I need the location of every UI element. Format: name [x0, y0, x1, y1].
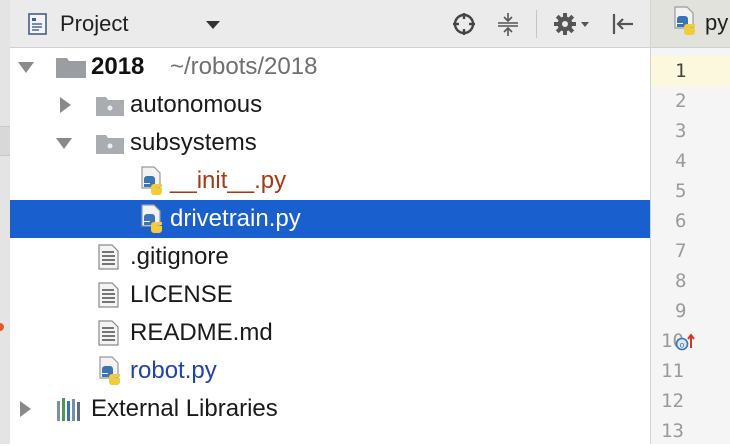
- project-title: Project: [60, 11, 129, 36]
- editor-area: py 1 2 3 4 5 6 7 8 9 10 o 11 12 13: [650, 0, 730, 444]
- gear-icon: [554, 13, 589, 35]
- error-marker: [0, 323, 4, 331]
- tree-row-readme[interactable]: README.md: [10, 314, 650, 352]
- line-number: 9: [675, 300, 687, 322]
- file-label: robot.py: [130, 357, 217, 384]
- python-file-icon: [138, 204, 166, 239]
- line-number: 3: [675, 120, 687, 142]
- hide-panel-icon: [612, 14, 633, 34]
- root-folder-path: ~/robots/2018: [170, 53, 318, 80]
- project-icon: [28, 13, 48, 35]
- line-number: 6: [675, 210, 687, 232]
- line-number: 4: [675, 150, 687, 172]
- settings-button[interactable]: [552, 10, 592, 38]
- locate-button[interactable]: [450, 10, 478, 38]
- file-label: README.md: [130, 319, 273, 346]
- line-number: 13: [661, 420, 684, 442]
- package-folder-icon: [96, 133, 124, 159]
- locate-icon: [453, 13, 475, 35]
- expand-arrow-icon[interactable]: [56, 138, 72, 149]
- tree-row-init-py[interactable]: __init__.py: [10, 162, 650, 200]
- project-toolbar: Project: [10, 0, 650, 48]
- collapse-all-icon: [498, 13, 518, 36]
- root-folder-label: 2018: [91, 53, 145, 80]
- tree-row-robot-py[interactable]: robot.py: [10, 352, 650, 390]
- python-file-icon: [671, 6, 699, 41]
- python-file-icon: [96, 356, 124, 391]
- dropdown-caret-icon[interactable]: [206, 21, 220, 29]
- tree-row-autonomous[interactable]: autonomous: [10, 86, 650, 124]
- line-number: 12: [661, 390, 684, 412]
- editor-tab-label: py: [705, 10, 729, 35]
- tree-row-root[interactable]: 2018 ~/robots/2018: [10, 48, 650, 86]
- line-number: 7: [675, 240, 687, 262]
- tree-row-gitignore[interactable]: .gitignore: [10, 238, 650, 276]
- line-number: 10 o: [651, 326, 730, 356]
- tree-row-license[interactable]: LICENSE: [10, 276, 650, 314]
- file-label: LICENSE: [130, 281, 233, 308]
- project-panel: Project 2018 ~/robots/2018 autonomous su…: [10, 0, 650, 444]
- folder-label: subsystems: [130, 129, 257, 156]
- libraries-label: External Libraries: [91, 395, 278, 422]
- project-view-selector[interactable]: Project: [28, 9, 220, 39]
- text-file-icon: [98, 320, 120, 351]
- line-number: 1: [651, 56, 730, 86]
- toolbar-separator: [536, 10, 537, 38]
- expand-arrow-icon[interactable]: [18, 62, 34, 73]
- strip-button[interactable]: [0, 126, 10, 156]
- line-number: 2: [675, 90, 687, 112]
- svg-text:o: o: [680, 341, 685, 350]
- line-number: 8: [675, 270, 687, 292]
- expand-arrow-icon[interactable]: [60, 97, 71, 113]
- text-file-icon: [98, 282, 120, 313]
- text-file-icon: [98, 244, 120, 275]
- package-folder-icon: [96, 95, 124, 121]
- line-number: 11: [661, 360, 684, 382]
- folder-icon: [56, 56, 86, 83]
- tree-row-subsystems[interactable]: subsystems: [10, 124, 650, 162]
- line-number: 5: [675, 180, 687, 202]
- python-file-icon: [138, 166, 166, 201]
- hide-panel-button[interactable]: [608, 10, 636, 38]
- tree-row-drivetrain-py[interactable]: drivetrain.py: [10, 200, 650, 238]
- expand-arrow-icon[interactable]: [20, 401, 31, 417]
- file-label: __init__.py: [170, 167, 287, 194]
- tree-row-external-libraries[interactable]: External Libraries: [10, 390, 650, 428]
- collapse-all-button[interactable]: [494, 10, 522, 38]
- folder-label: autonomous: [130, 91, 263, 118]
- editor-tab[interactable]: py: [651, 0, 730, 48]
- libraries-icon: [56, 397, 86, 426]
- file-label: .gitignore: [130, 243, 229, 270]
- file-label: drivetrain.py: [170, 205, 301, 232]
